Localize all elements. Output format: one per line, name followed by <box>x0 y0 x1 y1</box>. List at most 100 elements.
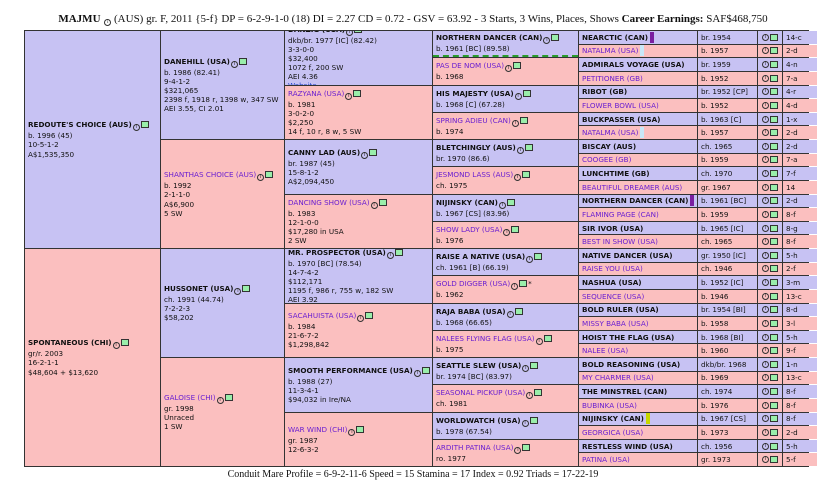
image-icon[interactable] <box>770 101 778 109</box>
horse-link[interactable]: PAS DE NOM (USA) <box>436 61 504 70</box>
info-icon[interactable]: i <box>535 337 543 345</box>
horse-link[interactable]: NATALMA (USA) <box>582 128 638 137</box>
horse-link[interactable]: GALOISE (CHI) <box>164 393 216 402</box>
horse-link[interactable]: SIR IVOR (USA) <box>582 224 643 233</box>
horse-link[interactable]: GEORGICA (USA) <box>582 428 643 437</box>
image-icon[interactable] <box>224 393 233 401</box>
image-icon[interactable] <box>529 416 538 424</box>
info-icon[interactable]: i <box>762 333 769 341</box>
image-icon[interactable] <box>353 89 362 97</box>
info-icon[interactable]: i <box>505 65 512 73</box>
image-icon[interactable] <box>770 265 778 273</box>
image-icon[interactable] <box>353 31 362 34</box>
info-icon[interactable]: i <box>762 101 769 109</box>
horse-link[interactable]: NORTHERN DANCER (CAN) <box>582 196 688 205</box>
horse-link[interactable]: NASHUA (USA) <box>582 278 642 287</box>
horse-link[interactable]: BUCKPASSER (USA) <box>582 115 660 124</box>
image-icon[interactable] <box>378 198 387 206</box>
info-icon[interactable]: i <box>762 251 769 259</box>
image-icon[interactable] <box>770 428 778 436</box>
info-icon[interactable]: i <box>348 428 356 436</box>
horse-link[interactable]: MY CHARMER (USA) <box>582 373 654 382</box>
horse-link[interactable]: DANCING SHOW (USA) <box>288 198 370 207</box>
image-icon[interactable] <box>770 74 778 82</box>
horse-link[interactable]: BISCAY (AUS) <box>582 142 636 151</box>
info-icon[interactable]: i <box>762 456 769 464</box>
image-icon[interactable] <box>534 253 543 261</box>
info-icon[interactable]: i <box>526 392 534 400</box>
horse-link[interactable]: SPONTANEOUS (CHI) <box>28 338 112 347</box>
horse-link[interactable]: FLAMING PAGE (CAN) <box>582 210 659 219</box>
horse-link[interactable]: SEATTLE SLEW (USA) <box>436 361 521 370</box>
image-icon[interactable] <box>770 306 778 314</box>
horse-link[interactable]: BEST IN SHOW (USA) <box>582 237 658 246</box>
image-icon[interactable] <box>770 156 778 164</box>
info-icon[interactable]: i <box>762 88 769 96</box>
info-icon[interactable]: i <box>357 315 365 323</box>
info-icon[interactable]: i <box>762 33 769 41</box>
info-icon[interactable]: i <box>511 283 519 291</box>
horse-link[interactable]: SACAHUISTA (USA) <box>288 311 356 320</box>
info-icon[interactable]: i <box>762 129 769 137</box>
image-icon[interactable] <box>265 171 274 179</box>
image-icon[interactable] <box>519 116 528 124</box>
info-icon[interactable]: i <box>511 119 519 127</box>
horse-link[interactable]: HUSSONET (USA) <box>164 284 233 293</box>
image-icon[interactable] <box>120 339 129 347</box>
image-icon[interactable] <box>770 47 778 55</box>
horse-link[interactable]: FLOWER BOWL (USA) <box>582 101 659 110</box>
image-icon[interactable] <box>770 333 778 341</box>
info-icon[interactable]: i <box>762 238 769 246</box>
info-icon[interactable]: i <box>762 224 769 232</box>
info-icon[interactable]: i <box>762 170 769 178</box>
horse-link[interactable]: ADMIRALS VOYAGE (USA) <box>582 60 685 69</box>
info-icon[interactable]: i <box>104 19 112 26</box>
info-icon[interactable]: i <box>498 201 506 209</box>
info-icon[interactable]: i <box>762 279 769 287</box>
image-icon[interactable] <box>238 57 247 65</box>
info-icon[interactable]: i <box>514 174 522 182</box>
info-icon[interactable]: i <box>514 446 522 454</box>
image-icon[interactable] <box>770 401 778 409</box>
horse-link[interactable]: GOLD DIGGER (USA) <box>436 279 510 288</box>
info-icon[interactable]: i <box>370 201 378 209</box>
info-icon[interactable]: i <box>526 256 534 264</box>
image-icon[interactable] <box>770 442 778 450</box>
horse-link[interactable]: RAISE A NATIVE (USA) <box>436 252 525 261</box>
image-icon[interactable] <box>770 210 778 218</box>
info-icon[interactable]: i <box>762 210 769 218</box>
image-icon[interactable] <box>770 142 778 150</box>
info-icon[interactable]: i <box>762 183 769 191</box>
image-icon[interactable] <box>770 183 778 191</box>
info-icon[interactable]: i <box>762 374 769 382</box>
horse-link[interactable]: THE MINSTREL (CAN) <box>582 387 667 396</box>
horse-link[interactable]: SHANTHAS CHOICE (AUS) <box>164 170 256 179</box>
horse-link[interactable]: MR. PROSPECTOR (USA) <box>288 249 386 257</box>
image-icon[interactable] <box>534 389 543 397</box>
horse-link[interactable]: HIS MAJESTY (USA) <box>436 89 514 98</box>
image-icon[interactable] <box>506 198 515 206</box>
horse-link[interactable]: REDOUTE'S CHOICE (AUS) <box>28 120 132 129</box>
info-icon[interactable]: i <box>762 442 769 450</box>
horse-link[interactable]: SPRING ADIEU (CAN) <box>436 116 511 125</box>
horse-link[interactable]: CANNY LAD (AUS) <box>288 148 360 157</box>
info-icon[interactable]: i <box>762 428 769 436</box>
image-icon[interactable] <box>530 362 539 370</box>
info-icon[interactable]: i <box>361 151 369 159</box>
horse-link[interactable]: COOGEE (GB) <box>582 155 631 164</box>
image-icon[interactable] <box>770 347 778 355</box>
horse-link[interactable]: DANZIG (USA) <box>288 31 345 34</box>
image-icon[interactable] <box>543 334 552 342</box>
image-icon[interactable] <box>522 89 531 97</box>
image-icon[interactable] <box>770 374 778 382</box>
info-icon[interactable]: i <box>234 287 242 295</box>
horse-link[interactable]: BOLD REASONING (USA) <box>582 360 680 369</box>
info-icon[interactable]: i <box>386 251 394 259</box>
image-icon[interactable] <box>770 279 778 287</box>
image-icon[interactable] <box>513 62 521 70</box>
info-icon[interactable]: i <box>132 124 140 132</box>
info-icon[interactable]: i <box>762 156 769 164</box>
image-icon[interactable] <box>522 443 531 451</box>
info-icon[interactable]: i <box>762 360 769 368</box>
horse-link[interactable]: PATINA (USA) <box>582 455 630 464</box>
